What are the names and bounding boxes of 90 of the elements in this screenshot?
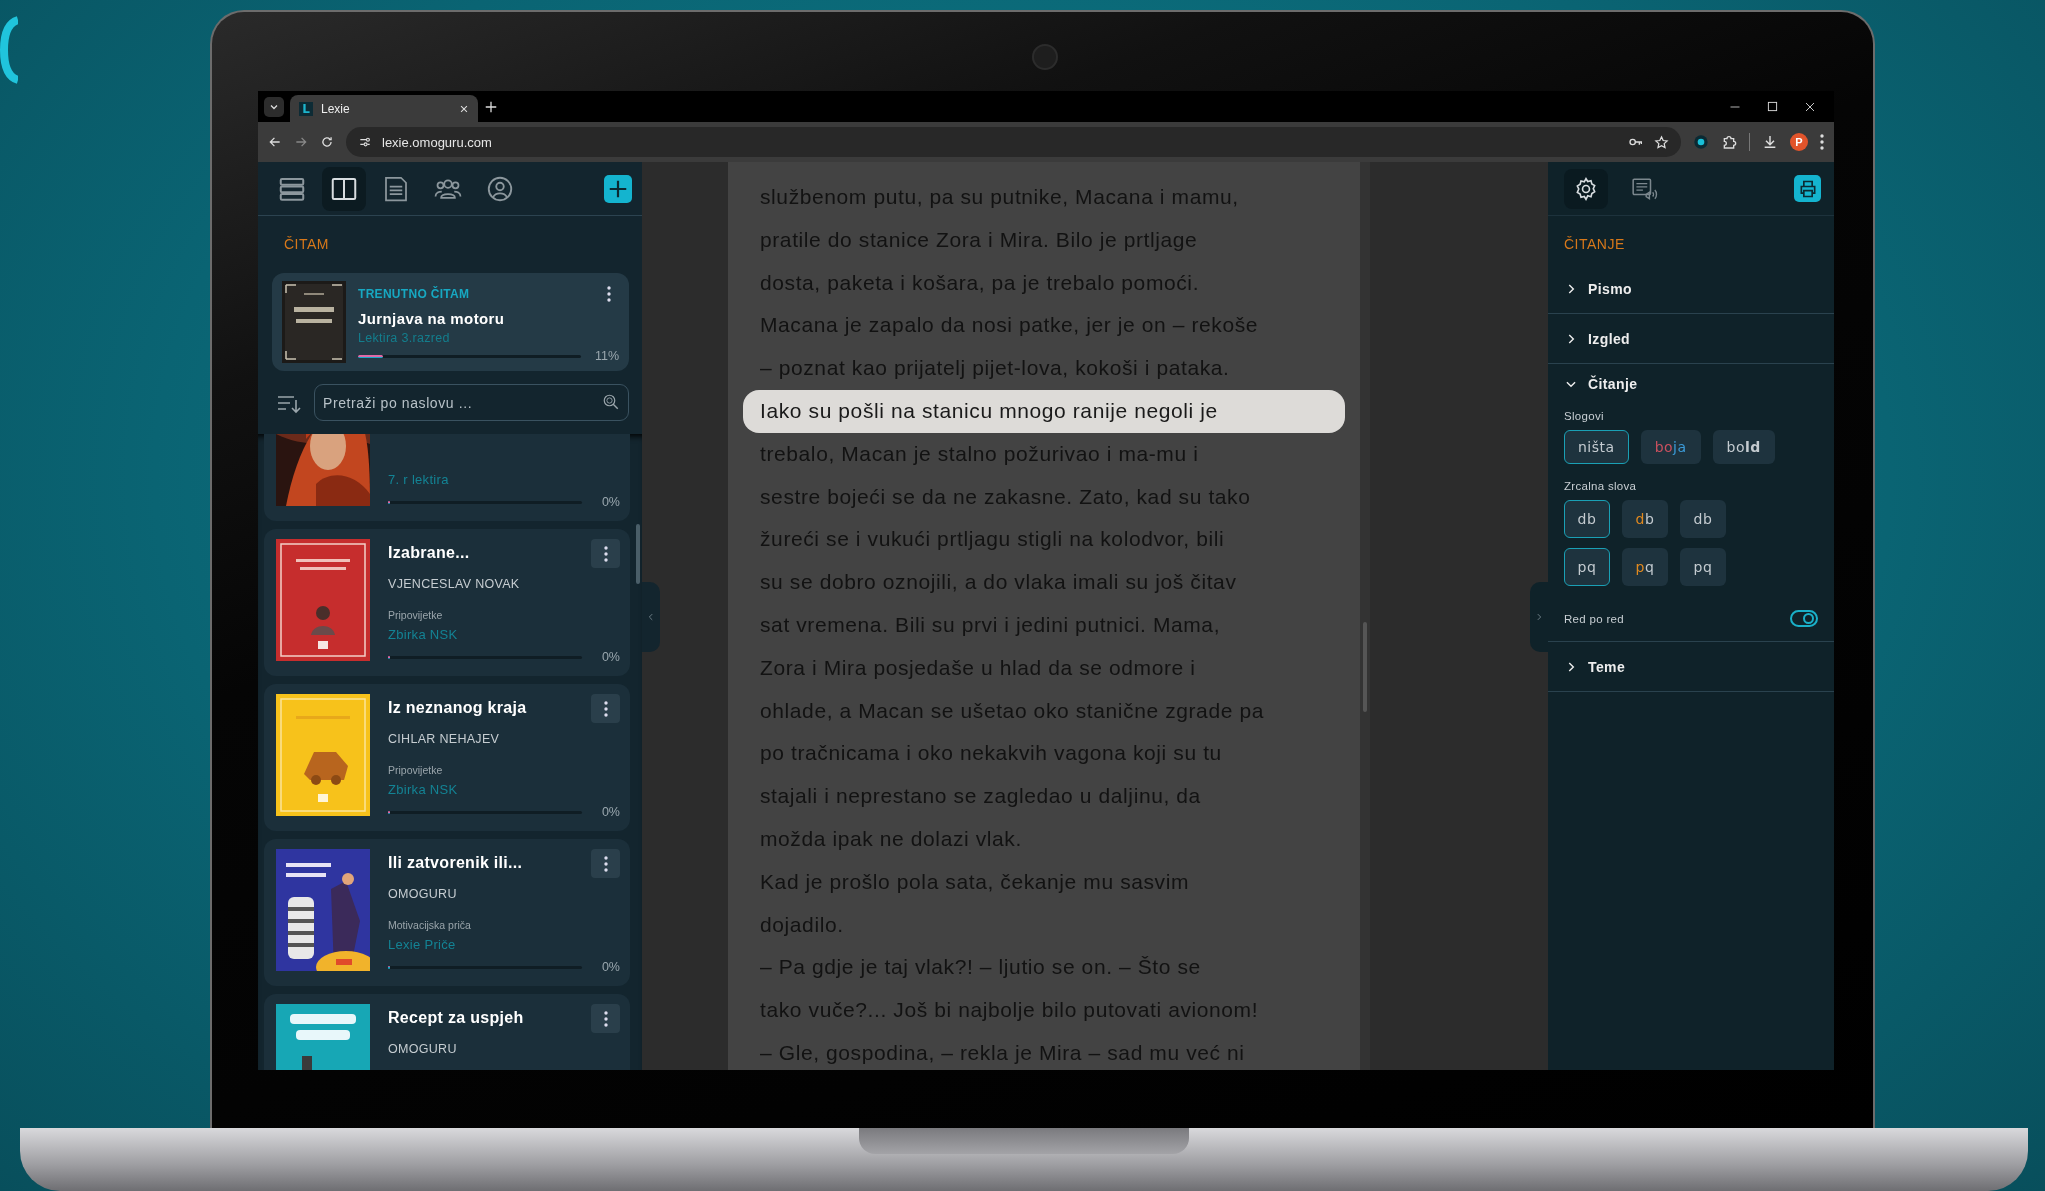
percent-text: 11% — [593, 349, 619, 363]
star-icon[interactable] — [1654, 134, 1669, 150]
reload-icon[interactable] — [320, 135, 334, 149]
browser-tab[interactable]: L Lexie — [290, 95, 478, 122]
option-button[interactable]: bold — [1712, 430, 1775, 464]
option-label: Zrcalna slova — [1564, 480, 1638, 492]
book-author: OMOGURU — [388, 887, 458, 901]
scrollbar[interactable] — [1360, 162, 1370, 1070]
more-icon — [607, 286, 611, 302]
search-field[interactable]: Pretraži po naslovu ... — [314, 384, 629, 421]
download-icon[interactable] — [1762, 134, 1778, 150]
accordion-header[interactable]: Čitanje — [1548, 364, 1834, 404]
option-label: Slogovi — [1564, 410, 1605, 422]
panel-tab[interactable] — [1564, 168, 1608, 209]
site-logo: L — [299, 101, 313, 116]
book-title: Jurnjava na motoru — [358, 310, 506, 327]
book-genre: Motivacijska priča — [388, 919, 472, 931]
option-button[interactable]: pq — [1564, 548, 1610, 586]
search-icon — [602, 393, 620, 411]
more-icon — [603, 545, 608, 562]
accordion-label: Teme — [1588, 658, 1626, 675]
panel-title: ČITANJE — [1563, 235, 1626, 254]
book-card[interactable]: Ili zatvorenik ili... OMOGURU Motivacijska priča Lexie Priče 0% — [264, 839, 630, 986]
profile-avatar[interactable]: P — [1790, 133, 1808, 151]
settings-icon — [1573, 175, 1599, 202]
book-genre: Pripovijetke — [388, 764, 444, 776]
extension-icon[interactable] — [1693, 134, 1709, 150]
more-button[interactable] — [591, 1004, 620, 1033]
more-icon — [603, 855, 608, 872]
book-title: Recept za uspjeh — [388, 1009, 524, 1028]
current-label: TRENUTNO ČITAM — [358, 287, 470, 301]
menu-icon[interactable] — [1820, 134, 1824, 150]
option-button[interactable]: d b — [1622, 500, 1668, 538]
book-card[interactable]: 7. r lektira 0% — [264, 434, 630, 521]
add-button[interactable] — [604, 174, 632, 203]
maximize-icon[interactable] — [1767, 101, 1778, 112]
book-title: Izabrane... — [388, 544, 470, 563]
url-text: lexie.omoguru.com — [382, 134, 493, 150]
percent-text: 0% — [600, 960, 620, 974]
section-title: ČITAM — [283, 235, 330, 254]
close-icon[interactable] — [1804, 100, 1816, 113]
toggle-switch[interactable] — [1790, 610, 1818, 627]
camera-dot — [1031, 44, 1058, 70]
current-book-card[interactable]: TRENUTNO ČITAM Jurnjava na motoru Lektira 3.razred 11% — [272, 273, 629, 371]
book-title: Iz neznanog kraja — [388, 699, 527, 718]
arc-icon — [0, 14, 18, 86]
accordion-header[interactable]: Teme — [1548, 642, 1834, 691]
percent-text: 0% — [600, 650, 620, 664]
puzzle-icon[interactable] — [1721, 134, 1737, 150]
accordion-label: Pismo — [1588, 280, 1632, 297]
option-button[interactable]: pq — [1680, 548, 1726, 586]
back-arrow-icon[interactable] — [268, 135, 282, 149]
plus-icon[interactable] — [484, 99, 498, 114]
percent-text: 0% — [600, 805, 620, 819]
address-bar[interactable]: lexie.omoguru.com — [346, 127, 1681, 157]
book-genre: Pripovijetke — [388, 609, 444, 621]
book-author: VJENCESLAV NOVAK — [388, 577, 521, 591]
option-button[interactable]: ništa — [1564, 430, 1629, 464]
accordion-header[interactable]: Izgled — [1548, 314, 1834, 363]
close-icon[interactable] — [459, 103, 469, 114]
text-to-speech-icon — [1630, 175, 1658, 202]
accordion-header[interactable]: Pismo — [1548, 264, 1834, 313]
print-button[interactable] — [1794, 175, 1821, 202]
text-line: Iako su pošli na stanicu mnogo ranije negoli je — [743, 390, 1345, 433]
tab-title: Lexie — [321, 101, 351, 116]
option-button[interactable]: db — [1564, 500, 1610, 538]
tune-icon — [358, 135, 372, 149]
forward-arrow-icon[interactable] — [294, 135, 308, 149]
nav-tab[interactable] — [322, 166, 366, 211]
book-card[interactable]: Recept za uspjeh OMOGURU — [264, 994, 630, 1070]
toggle-label: Red po red — [1564, 612, 1624, 625]
more-icon — [603, 1010, 608, 1027]
percent-text: 0% — [600, 495, 620, 509]
more-icon — [603, 700, 608, 717]
accordion-label: Izgled — [1588, 330, 1631, 347]
more-button[interactable] — [591, 849, 620, 878]
more-button[interactable] — [591, 539, 620, 568]
book-card[interactable]: Izabrane... VJENCESLAV NOVAK Pripovijetke Zbirka NSK 0% — [264, 529, 630, 676]
book-author: CIHLAR NEHAJEV — [388, 732, 501, 746]
book-author: OMOGURU — [388, 1042, 458, 1056]
option-button[interactable]: db — [1680, 500, 1726, 538]
more-button[interactable] — [591, 694, 620, 723]
option-button[interactable]: pq — [1622, 548, 1668, 586]
option-button[interactable]: boja — [1640, 430, 1701, 464]
expand-handle[interactable] — [1530, 582, 1548, 652]
accordion-label: Čitanje — [1588, 376, 1638, 392]
tab-search-button[interactable] — [264, 96, 284, 117]
collapse-handle[interactable] — [642, 582, 660, 652]
book-card[interactable]: Iz neznanog kraja CIHLAR NEHAJEV Pripovijetke Zbirka NSK 0% — [264, 684, 630, 831]
book-title: Ili zatvorenik ili... — [388, 854, 523, 873]
